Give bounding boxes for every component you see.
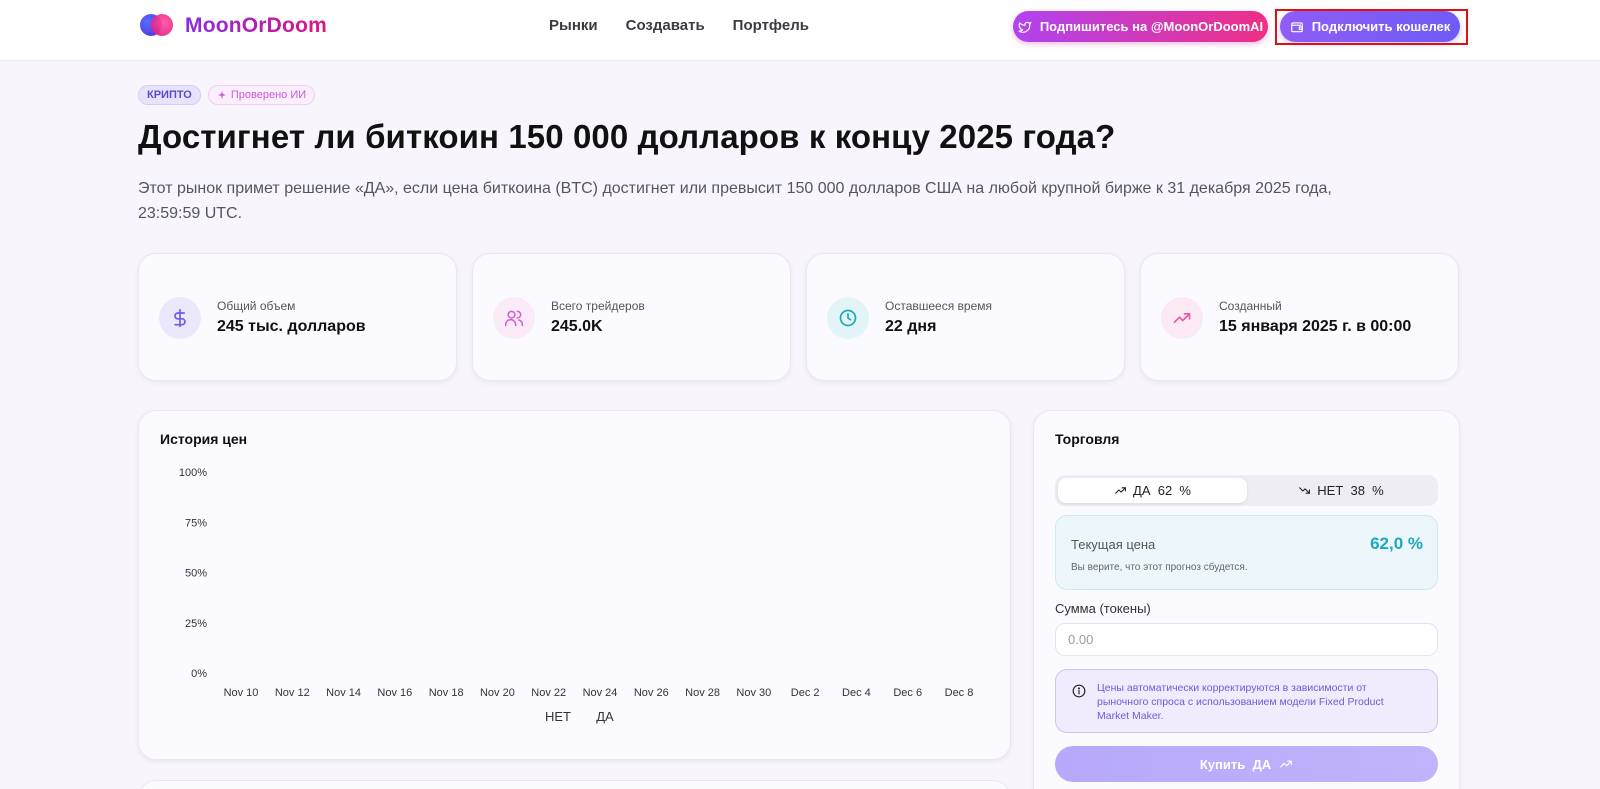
twitter-icon xyxy=(1018,21,1032,33)
info-icon xyxy=(1072,684,1086,698)
tab-yes[interactable]: ДА 62 % xyxy=(1058,478,1247,503)
stat-card-volume: Общий объем 245 тыс. долларов xyxy=(138,253,457,381)
x-tick-label: Nov 30 xyxy=(736,687,771,699)
nav-portfolio[interactable]: Портфель xyxy=(733,17,809,34)
x-tick-label: Nov 18 xyxy=(429,687,464,699)
trend-up-icon xyxy=(1115,487,1126,494)
top-header: MoonOrDoom Рынки Создавать Портфель Подп… xyxy=(0,0,1600,61)
tab-yes-label: ДА 62 % xyxy=(1133,483,1191,498)
legend-item[interactable]: ДА xyxy=(596,709,614,724)
amount-input[interactable] xyxy=(1055,623,1438,656)
x-tick-label: Nov 12 xyxy=(275,687,310,699)
dollar-icon xyxy=(159,297,201,339)
x-tick-label: Dec 8 xyxy=(945,687,974,699)
stat-card-traders: Всего трейдеров 245.0K xyxy=(472,253,791,381)
y-tick-label: 25% xyxy=(185,618,207,630)
secondary-card xyxy=(138,780,1011,789)
x-tick-label: Nov 24 xyxy=(583,687,618,699)
brand-logo[interactable]: MoonOrDoom xyxy=(140,14,327,38)
market-tags: КРИПТО Проверено ИИ xyxy=(138,85,316,105)
x-tick-label: Dec 2 xyxy=(791,687,820,699)
x-tick-label: Nov 20 xyxy=(480,687,515,699)
x-tick-label: Dec 4 xyxy=(842,687,871,699)
connect-wallet-button[interactable]: Подключить кошелек xyxy=(1280,11,1460,42)
stat-value: 22 дня xyxy=(885,318,937,335)
current-price-value: 62,0 % xyxy=(1370,534,1423,553)
stat-label: Всего трейдеров xyxy=(551,299,645,313)
trade-title: Торговля xyxy=(1055,431,1120,447)
stat-card-time-left: Оставшееся время 22 дня xyxy=(806,253,1125,381)
x-tick-label: Nov 10 xyxy=(224,687,259,699)
x-tick-label: Nov 16 xyxy=(377,687,412,699)
stat-value: 245.0K xyxy=(551,318,603,335)
connect-label: Подключить кошелек xyxy=(1311,19,1451,34)
x-tick-label: Nov 22 xyxy=(531,687,566,699)
market-description: Этот рынок примет решение «ДА», если цен… xyxy=(138,180,1332,222)
stat-label: Созданный xyxy=(1219,299,1282,313)
market-title: Достигнет ли биткоин 150 000 долларов к … xyxy=(138,118,1116,155)
follow-label: Подпишитесь на @MoonOrDoomAI xyxy=(1039,19,1264,34)
trend-icon xyxy=(1161,297,1203,339)
y-tick-label: 75% xyxy=(185,517,207,529)
current-price-label: Текущая цена xyxy=(1071,537,1156,552)
current-price-note: Вы верите, что этот прогноз сбудется. xyxy=(1071,562,1248,573)
x-tick-label: Nov 26 xyxy=(634,687,669,699)
tab-no-label: НЕТ 38 % xyxy=(1317,483,1384,498)
amount-label: Сумма (токены) xyxy=(1055,601,1151,616)
users-icon xyxy=(493,297,535,339)
main-nav: Рынки Создавать Портфель xyxy=(549,17,809,34)
y-tick-label: 0% xyxy=(191,668,207,680)
category-badge[interactable]: КРИПТО xyxy=(138,85,201,105)
brand-name: MoonOrDoom xyxy=(185,14,327,37)
x-tick-label: Nov 28 xyxy=(685,687,720,699)
wallet-icon xyxy=(1290,21,1303,32)
tab-no[interactable]: НЕТ 38 % xyxy=(1247,478,1435,503)
trend-up-icon xyxy=(1280,760,1292,768)
current-price-box: Текущая цена 62,0 % Вы верите, что этот … xyxy=(1055,515,1438,590)
clock-icon xyxy=(827,297,869,339)
y-tick-label: 50% xyxy=(185,568,207,580)
trend-down-icon xyxy=(1299,487,1311,494)
price-history-chart: 100% 75% 50% 25% 0% Nov 10 Nov 12 Nov 14 Nov 16 N… xyxy=(179,467,974,724)
ai-verified-label: Проверено ИИ xyxy=(230,89,307,101)
nav-markets[interactable]: Рынки xyxy=(549,17,598,34)
nav-create[interactable]: Создавать xyxy=(626,17,705,34)
legend-item[interactable]: НЕТ xyxy=(545,709,571,724)
x-tick-label: Dec 6 xyxy=(893,687,922,699)
amm-info-text: Цены автоматически корректируются в зави… xyxy=(1097,682,1384,722)
x-tick-label: Nov 14 xyxy=(326,687,361,699)
logo-icon xyxy=(140,14,173,38)
outcome-tabs: ДА 62 % НЕТ 38 % xyxy=(1055,475,1438,506)
stat-value: 15 января 2025 г. в 00:00 xyxy=(1219,318,1412,335)
amm-info-box: Цены автоматически корректируются в зави… xyxy=(1055,669,1438,733)
y-tick-label: 100% xyxy=(179,467,207,479)
ai-verified-badge: Проверено ИИ xyxy=(207,85,316,105)
buy-yes-button[interactable]: Купить ДА xyxy=(1055,746,1438,782)
stat-card-created: Созданный 15 января 2025 г. в 00:00 xyxy=(1140,253,1459,381)
stat-value: 245 тыс. долларов xyxy=(217,318,366,335)
follow-twitter-button[interactable]: Подпишитесь на @MoonOrDoomAI xyxy=(1013,11,1268,42)
price-history-card: История цен 100% 75% 50% 25% 0% Nov 10 Nov 12 N… xyxy=(138,410,1011,760)
buy-label: Купить ДА xyxy=(1199,756,1272,772)
stat-label: Оставшееся время xyxy=(885,299,993,313)
trade-card: Торговля ДА 62 % НЕТ 38 % Текущая цена 6… xyxy=(1033,410,1460,789)
sparkle-icon xyxy=(218,90,226,100)
stat-label: Общий объем xyxy=(217,299,296,313)
